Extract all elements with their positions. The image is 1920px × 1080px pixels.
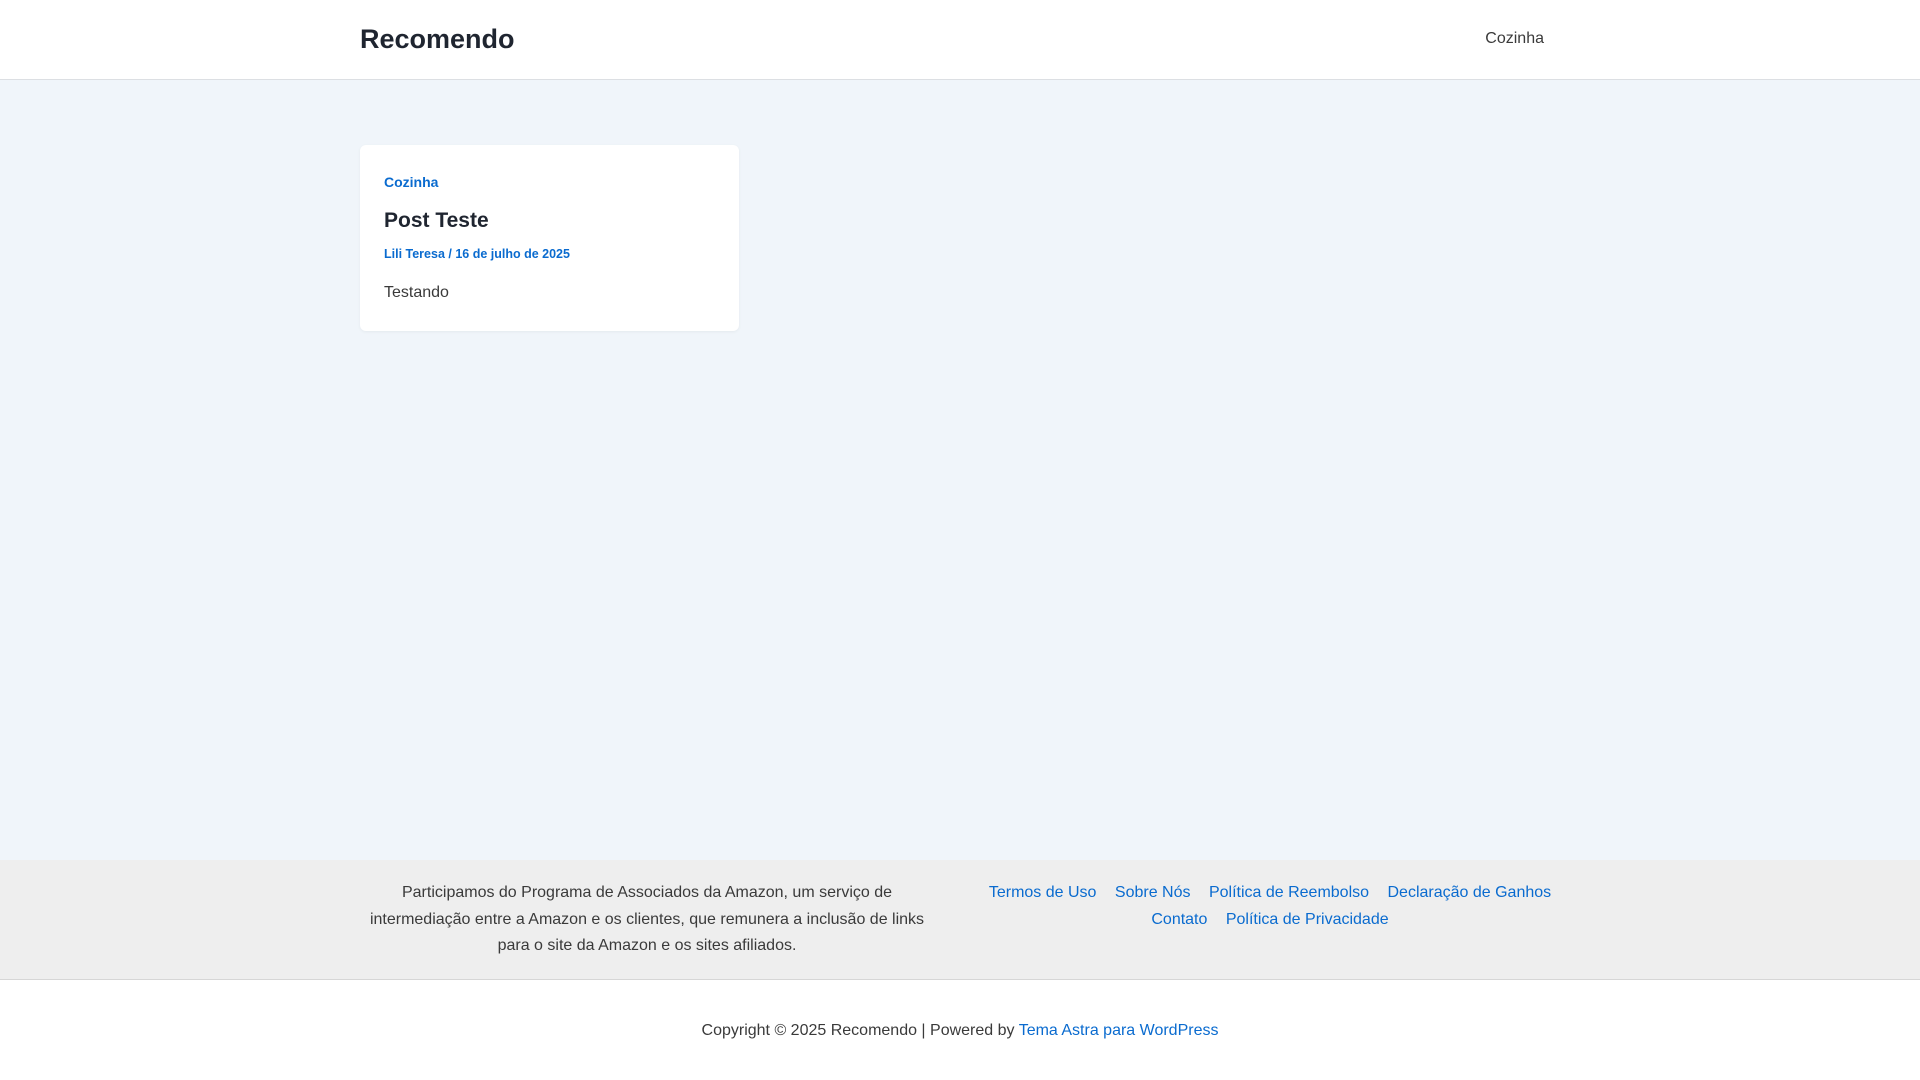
footer-link-politica-de-reembolso[interactable]: Política de Reembolso — [1209, 884, 1369, 901]
footer-menu: Termos de Uso Sobre Nós Política de Reem… — [980, 880, 1560, 933]
main-navigation: Cozinha — [1485, 28, 1544, 50]
nav-item-cozinha[interactable]: Cozinha — [1485, 30, 1544, 47]
footer-link-sobre-nos[interactable]: Sobre Nós — [1115, 884, 1191, 901]
footer-link-contato[interactable]: Contato — [1151, 911, 1207, 928]
post-title[interactable]: Post Teste — [384, 208, 489, 234]
footer-link-declaracao-de-ganhos[interactable]: Declaração de Ganhos — [1387, 884, 1551, 901]
post-meta[interactable]: Lili Teresa / 16 de julho de 2025 — [384, 246, 570, 262]
site-title-link[interactable]: Recomendo — [360, 22, 515, 56]
footer-widgets: Participamos do Programa de Associados d… — [0, 860, 1920, 980]
site-header: Recomendo Cozinha — [0, 0, 1920, 80]
footer-bar: Copyright © 2025 Recomendo | Powered by … — [0, 980, 1920, 1080]
footer-link-politica-de-privacidade[interactable]: Política de Privacidade — [1226, 911, 1389, 928]
affiliate-disclosure: Participamos do Programa de Associados d… — [369, 884, 925, 954]
copyright: Copyright © 2025 Recomendo | Powered by … — [0, 1020, 1920, 1042]
post-excerpt: Testando — [384, 284, 449, 301]
theme-credit-link[interactable]: Tema Astra para WordPress — [1019, 1022, 1219, 1039]
post-card: Cozinha Post Teste Lili Teresa / 16 de j… — [360, 145, 739, 331]
post-category-link[interactable]: Cozinha — [384, 173, 438, 191]
footer-link-termos-de-uso[interactable]: Termos de Uso — [989, 884, 1097, 901]
copyright-text: Copyright © 2025 Recomendo | Powered by — [701, 1022, 1019, 1039]
